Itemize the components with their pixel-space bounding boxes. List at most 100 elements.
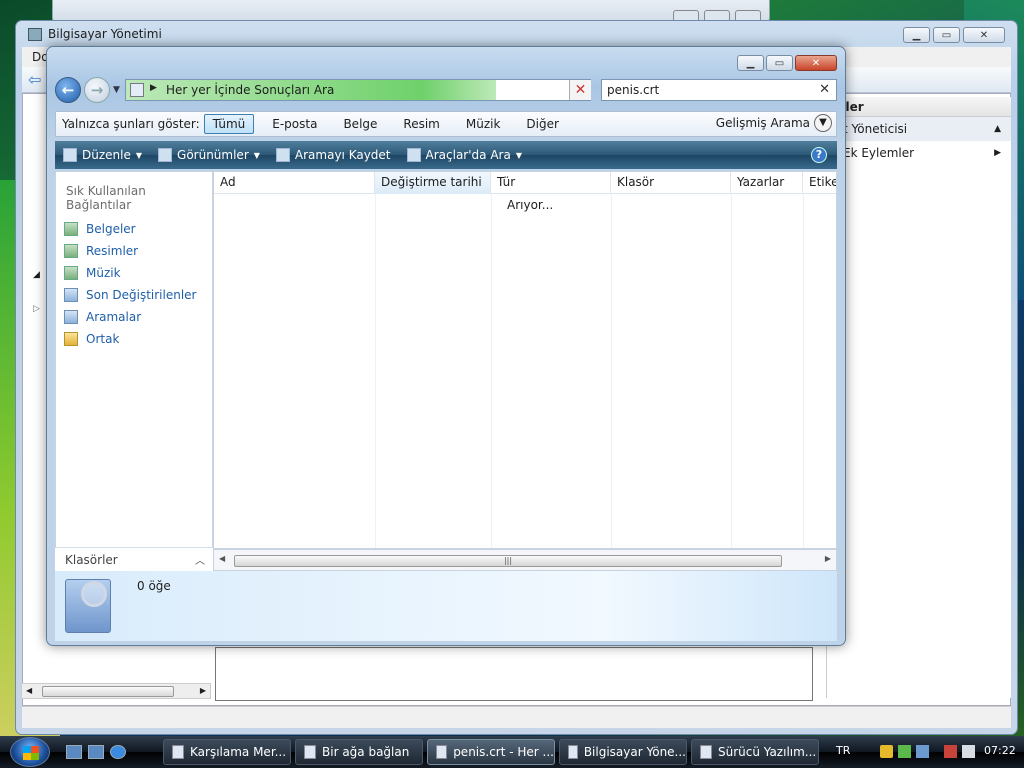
column-headers: Ad Değiştirme tarihi Tür Klasör Yazarlar… [214,172,836,194]
taskbar-button-welcome-center[interactable]: Karşılama Mer... [163,739,291,765]
details-pane: 0 öğe [55,571,837,641]
taskbar-button-label: penis.crt - Her ... [453,745,554,759]
column-header-date-modified[interactable]: Değiştirme tarihi [375,172,491,194]
taskbar-button-driver-software[interactable]: Sürücü Yazılım... [691,739,819,765]
nav-item-documents[interactable]: Belgeler [56,218,212,240]
scroll-left-icon[interactable]: ◀ [26,686,32,695]
nav-item-pictures[interactable]: Resimler [56,240,212,262]
taskbar-button-label: Karşılama Mer... [190,745,287,759]
taskbar-button-search-results[interactable]: penis.crt - Her ... [427,739,555,765]
taskbar-button-label: Bilgisayar Yöne... [583,745,686,759]
folders-toggle[interactable]: Klasörler ︿ [55,547,213,571]
scrollbar-thumb[interactable] [42,686,174,697]
command-bar: Düzenle ▼ Görünümler ▼ Aramayı Kaydet Ar… [55,141,837,169]
help-icon[interactable]: ? [811,147,827,163]
nav-item-searches[interactable]: Aramalar [56,306,212,328]
nav-item-recently-changed[interactable]: Son Değiştirilenler [56,284,212,306]
folder-icon [64,332,78,346]
clear-search-icon[interactable]: ✕ [819,82,830,97]
advanced-search-label: Gelişmiş Arama [715,116,810,130]
column-header-tags[interactable]: Etiket [803,172,836,194]
breadcrumb-arrow-icon[interactable]: ▶ [150,83,157,93]
column-divider [611,194,612,548]
network-disconnected-icon[interactable] [944,745,957,758]
back-arrow-icon: ← [61,81,75,99]
close-button[interactable]: ✕ [795,55,837,71]
switch-windows-icon[interactable] [88,745,104,759]
filter-document[interactable]: Belge [335,115,385,133]
column-divider [491,194,492,548]
item-count: 0 öğe [137,579,171,593]
clock[interactable]: 07:22 [984,744,1016,757]
nav-item-label: Aramalar [86,310,142,324]
stop-search-button[interactable]: ✕ [569,80,591,100]
magnifier-icon [81,581,107,607]
scrollbar-thumb[interactable]: ||| [234,555,782,567]
column-header-authors[interactable]: Yazarlar [731,172,803,194]
collapse-up-icon[interactable]: ▲ [994,124,1001,134]
filter-bar: Yalnızca şunları göster: Tümü E-posta Be… [55,111,837,137]
filter-email[interactable]: E-posta [264,115,325,133]
documents-icon [64,222,78,236]
chevron-down-icon[interactable]: ▼ [814,114,832,132]
internet-explorer-icon[interactable] [110,745,126,759]
column-header-name[interactable]: Ad [214,172,375,194]
start-button[interactable] [10,737,50,767]
back-arrow-icon[interactable]: ⇦ [28,70,41,89]
pictures-icon [64,244,78,258]
actions-header: mler [827,97,1011,117]
status-bar [22,706,1011,728]
action-more-actions[interactable]: Ek Eylemler ▶ [827,141,1011,165]
nav-item-label: Resimler [86,244,139,258]
filter-all[interactable]: Tümü [203,114,255,134]
taskbar-button-connect-network[interactable]: Bir ağa bağlan [295,739,423,765]
tree-expand-icon[interactable]: ◢ [33,270,40,280]
address-bar[interactable]: ▶ Her yer İçinde Sonuçları Ara ▼ [125,79,591,101]
network-icon [304,745,316,759]
back-button[interactable]: ← [55,77,81,103]
minimize-button[interactable]: ▁ [903,27,930,43]
results-horizontal-scrollbar[interactable]: ◀ ||| ▶ [213,549,837,571]
scroll-left-icon[interactable]: ◀ [219,554,225,563]
recent-pages-dropdown-icon[interactable]: ▼ [113,85,120,95]
search-tools-label: Araçlar'da Ara [425,148,511,162]
show-desktop-icon[interactable] [66,745,82,759]
forward-button[interactable]: → [84,77,110,103]
language-indicator[interactable]: TR [836,744,850,757]
nav-item-music[interactable]: Müzik [56,262,212,284]
column-header-folder[interactable]: Klasör [611,172,731,194]
tree-collapse-icon[interactable]: ▷ [33,304,40,314]
folders-label: Klasörler [65,552,118,567]
chevron-down-icon: ▼ [515,150,522,160]
column-header-type[interactable]: Tür [491,172,611,194]
scroll-right-icon[interactable]: ▶ [200,686,206,695]
filter-picture[interactable]: Resim [395,115,447,133]
nav-item-public[interactable]: Ortak [56,328,212,350]
minimize-button[interactable]: ▁ [737,55,764,71]
maximize-button[interactable]: ▭ [933,27,960,43]
organize-label: Düzenle [82,148,131,162]
close-button[interactable]: ✕ [963,27,1005,43]
search-box[interactable]: penis.crt ✕ [601,79,837,101]
checkmark-icon[interactable] [898,745,911,758]
action-group-device-manager[interactable]: t Yöneticisi ▲ [827,117,1011,141]
filter-music[interactable]: Müzik [458,115,509,133]
navigation-pane: Sık Kullanılan Bağlantılar Belgeler Resi… [55,171,213,571]
scroll-right-icon[interactable]: ▶ [825,554,831,563]
organize-button[interactable]: Düzenle ▼ [55,141,150,169]
save-search-button[interactable]: Aramayı Kaydet [268,141,399,169]
filter-other[interactable]: Diğer [518,115,567,133]
taskbar-button-computer-management[interactable]: Bilgisayar Yöne... [559,739,687,765]
volume-icon[interactable] [962,745,975,758]
search-input[interactable]: penis.crt [607,83,659,97]
security-shield-icon[interactable] [880,745,893,758]
maximize-button[interactable]: ▭ [766,55,793,71]
search-tools-button[interactable]: Araçlar'da Ara ▼ [399,141,530,169]
nav-item-label: Belgeler [86,222,136,236]
network-tray-icon[interactable] [916,745,929,758]
horizontal-scrollbar[interactable]: ◀ ▶ [21,683,211,699]
column-divider [731,194,732,548]
advanced-search-toggle[interactable]: Gelişmiş Arama ▼ [716,114,832,132]
window-title: Bilgisayar Yönetimi [28,27,162,41]
views-button[interactable]: Görünümler ▼ [150,141,268,169]
